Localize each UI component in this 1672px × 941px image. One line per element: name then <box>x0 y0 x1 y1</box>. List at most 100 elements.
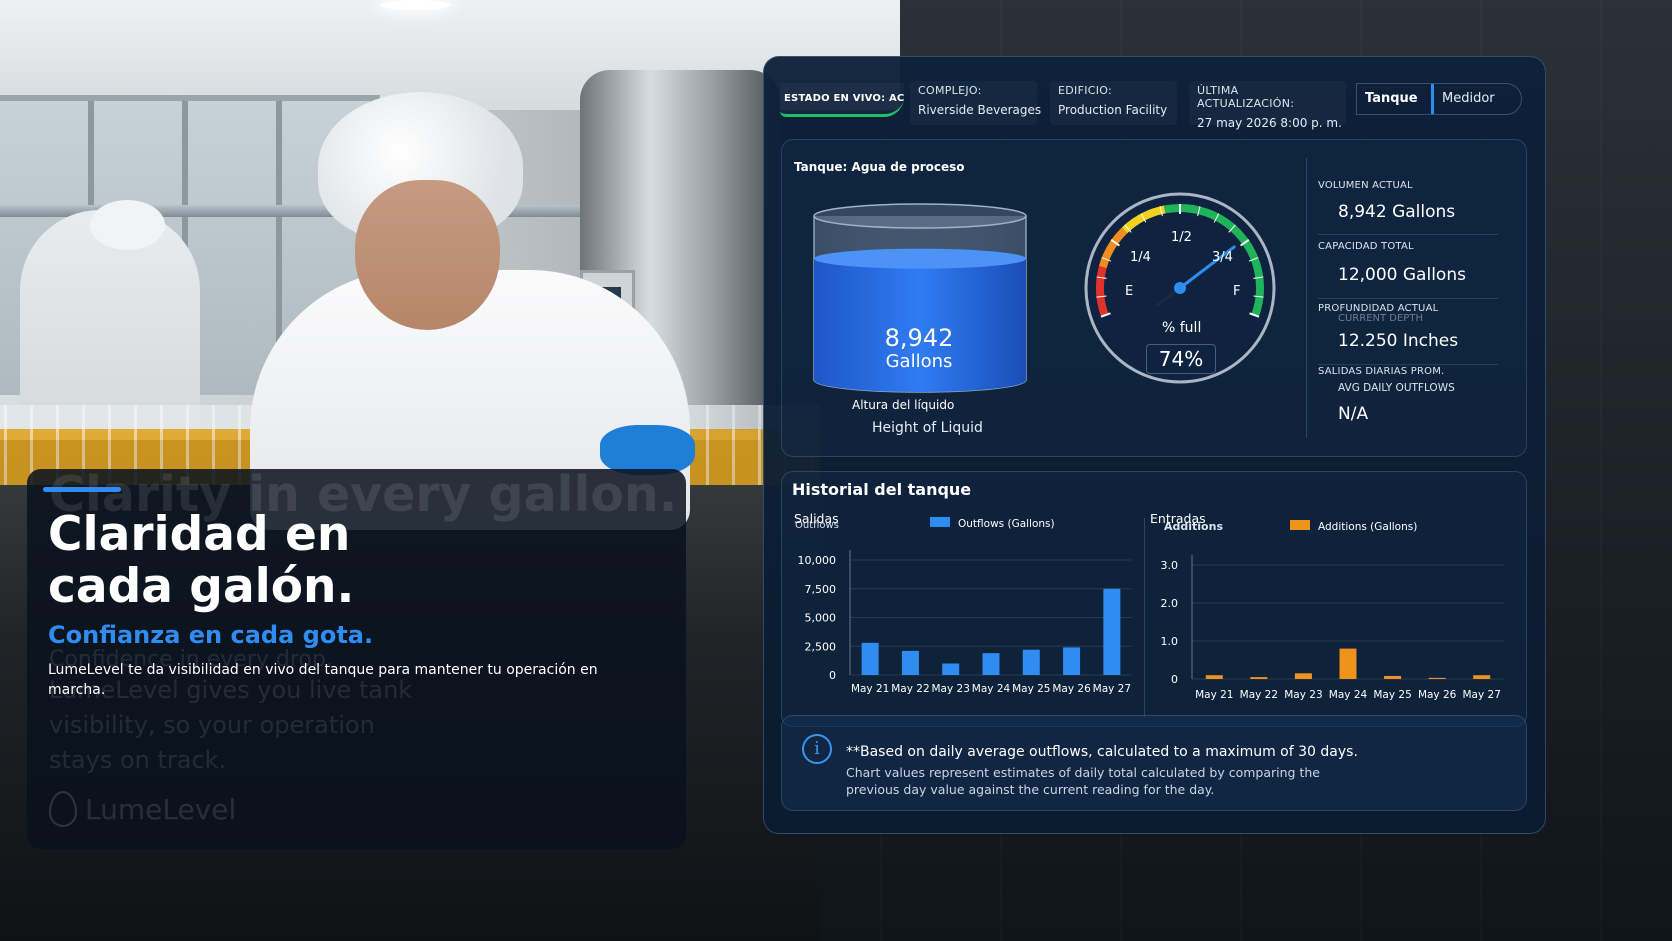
gauge-hub <box>1174 282 1186 294</box>
stats-separator <box>1318 298 1498 299</box>
current-depth-value: 12.250 Inches <box>1338 331 1459 351</box>
additions-title: Entradas <box>1150 511 1206 526</box>
blue-glove <box>600 425 695 475</box>
tank-volume-number: 8,942 <box>884 324 954 352</box>
bar <box>1250 677 1268 679</box>
gauge-label-f: F <box>1233 284 1241 299</box>
additions-chart: Additions (Gallons) 3.0 2.0 1.0 0 May 21 May 2… <box>1161 520 1504 701</box>
live-status-badge: ESTADO EN VIVO: ACTIVO <box>780 83 904 117</box>
bar <box>1384 675 1402 679</box>
tank-panel: Tanque: Agua de proceso 8,942 Gallons Al… <box>781 139 1527 457</box>
hero-subtitle: Confianza en cada gota. <box>48 621 374 649</box>
info-main-text: **Based on daily average outflows, calcu… <box>846 744 1358 760</box>
legend-swatch <box>930 517 950 527</box>
avg-outflows-ghost: AVG DAILY OUTFLOWS <box>1338 382 1455 394</box>
last-update-field: ÚLTIMA ACTUALIZACIÓN: 27 may 2026 8:00 p… <box>1189 81 1346 130</box>
info-sub-text: Chart values represent estimates of dail… <box>846 765 1320 797</box>
current-volume-label: VOLUMEN ACTUAL <box>1318 180 1413 191</box>
gauge-label-three-quarter: 3/4 <box>1212 250 1233 265</box>
toggle-meter[interactable]: Medidor <box>1434 84 1503 114</box>
building-label: EDIFICIO: <box>1058 84 1113 97</box>
info-panel: i **Based on daily average outflows, cal… <box>781 715 1527 811</box>
avg-outflows-label: SALIDAS DIARIAS PROM. <box>1318 366 1445 377</box>
complex-field: COMPLEJO: Riverside Beverages <box>910 81 1042 125</box>
bar <box>1022 649 1040 675</box>
avg-outflows-value: N/A <box>1338 404 1369 424</box>
complex-value: Riverside Beverages <box>918 103 1042 117</box>
legend-label: Outflows (Gallons) <box>958 518 1055 530</box>
x-tick-label: May 21 <box>851 683 889 695</box>
gauge-label-half: 1/2 <box>1171 230 1192 245</box>
y-tick-label: 0 <box>1171 673 1178 686</box>
view-toggle: Tanque Medidor <box>1356 83 1522 115</box>
x-tick-label: May 25 <box>1373 689 1411 701</box>
gauge-pct-label: % full <box>1162 320 1202 336</box>
outflows-title: Salidas <box>794 511 839 526</box>
legend-swatch <box>1290 520 1310 530</box>
x-tick-label: May 27 <box>1093 683 1131 695</box>
building-value: Production Facility <box>1058 103 1168 117</box>
stats-divider <box>1306 158 1307 438</box>
y-tick-label: 3.0 <box>1161 559 1179 572</box>
outflows-chart: Outflows (Gallons) 10,000 7,500 5,000 2,500 0… <box>798 517 1132 695</box>
y-tick-label: 7,500 <box>805 583 837 596</box>
y-tick-label: 1.0 <box>1161 635 1179 648</box>
last-update-label: ÚLTIMA ACTUALIZACIÓN: <box>1197 84 1295 110</box>
x-tick-label: May 26 <box>1052 683 1091 695</box>
bar <box>1103 588 1121 675</box>
bar <box>1205 675 1223 679</box>
bar <box>1294 673 1312 679</box>
building-field: EDIFICIO: Production Facility <box>1050 81 1177 125</box>
bar <box>861 642 879 675</box>
gauge-pct-value: 74% <box>1146 344 1216 374</box>
current-volume-value: 8,942 Gallons <box>1338 202 1456 222</box>
bar <box>1428 677 1446 679</box>
hero-title-line1: Claridad en <box>48 507 351 562</box>
hero-title: Claridad en cada galón. <box>48 509 354 613</box>
stats-separator <box>1318 234 1498 235</box>
y-tick-label: 10,000 <box>798 554 837 567</box>
x-tick-label: May 27 <box>1463 689 1501 701</box>
y-tick-label: 2.0 <box>1161 597 1179 610</box>
y-tick-label: 5,000 <box>805 612 837 625</box>
bar <box>942 663 960 675</box>
bar <box>982 653 1000 675</box>
gauge-label-quarter: 1/4 <box>1130 250 1151 265</box>
x-tick-label: May 22 <box>891 683 929 695</box>
legend-label: Additions (Gallons) <box>1318 521 1417 533</box>
bar <box>1339 648 1357 679</box>
bar <box>1473 675 1491 679</box>
ghost-logo: LumeLevel <box>49 791 236 827</box>
tank-volume-unit: Gallons <box>885 351 953 372</box>
water-surface <box>814 248 1026 269</box>
total-capacity-value: 12,000 Gallons <box>1338 265 1466 285</box>
y-tick-label: 0 <box>829 669 836 682</box>
x-tick-label: May 23 <box>1284 689 1322 701</box>
liquid-height-label-en: Height of Liquid <box>872 420 983 436</box>
history-charts: Outflows Salidas Additions Entradas Outf… <box>794 511 1504 701</box>
last-update-value: 27 may 2026 8:00 p. m. <box>1197 116 1342 130</box>
drop-logo-icon <box>49 791 77 827</box>
current-depth-ghost: CURRENT DEPTH <box>1338 313 1423 324</box>
history-panel: Historial del tanque Outflows Salidas Ad… <box>781 471 1527 727</box>
x-tick-label: May 26 <box>1418 689 1457 701</box>
hero-body: LumeLevel te da visibilidad en vivo del … <box>48 662 598 698</box>
tank-dashboard: ESTADO EN VIVO: ACTIVO COMPLEJO: Riversi… <box>763 56 1546 834</box>
hero-title-line2: cada galón. <box>48 559 355 614</box>
x-tick-label: May 23 <box>932 683 970 695</box>
tank-title: Tanque: Agua de proceso <box>794 160 965 174</box>
ceiling-light <box>380 0 450 10</box>
ghost-brand: LumeLevel <box>85 792 237 826</box>
worker-face <box>355 180 500 330</box>
stats-separator <box>1318 364 1498 365</box>
info-icon: i <box>802 734 832 764</box>
liquid-height-label: Altura del líquido <box>852 398 955 412</box>
total-capacity-label: CAPACIDAD TOTAL <box>1318 241 1414 252</box>
toggle-tank[interactable]: Tanque <box>1357 84 1434 114</box>
x-tick-label: May 21 <box>1195 689 1233 701</box>
hero-accent-bar <box>43 487 121 492</box>
y-tick-label: 2,500 <box>805 640 837 653</box>
bar <box>901 650 919 675</box>
x-tick-label: May 25 <box>1012 683 1050 695</box>
bar <box>1063 647 1081 675</box>
